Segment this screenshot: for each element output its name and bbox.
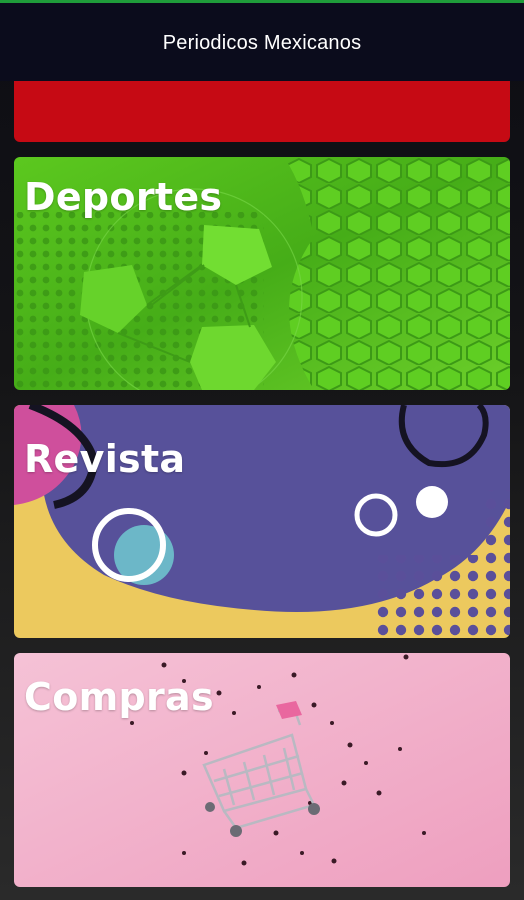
category-card-revista[interactable]: Revista: [14, 405, 510, 638]
category-card-revista-label: Revista: [24, 437, 186, 481]
category-card-compras[interactable]: Compras: [14, 653, 510, 887]
category-list[interactable]: Deportes Revista Compras: [0, 81, 524, 900]
app-title: Periodicos Mexicanos: [162, 31, 362, 54]
category-card-compras-label: Compras: [24, 675, 214, 719]
app-bar: Periodicos Mexicanos: [0, 3, 524, 81]
category-card-red[interactable]: [14, 81, 510, 142]
category-card-deportes-label: Deportes: [24, 175, 223, 219]
category-card-deportes[interactable]: Deportes: [14, 157, 510, 390]
